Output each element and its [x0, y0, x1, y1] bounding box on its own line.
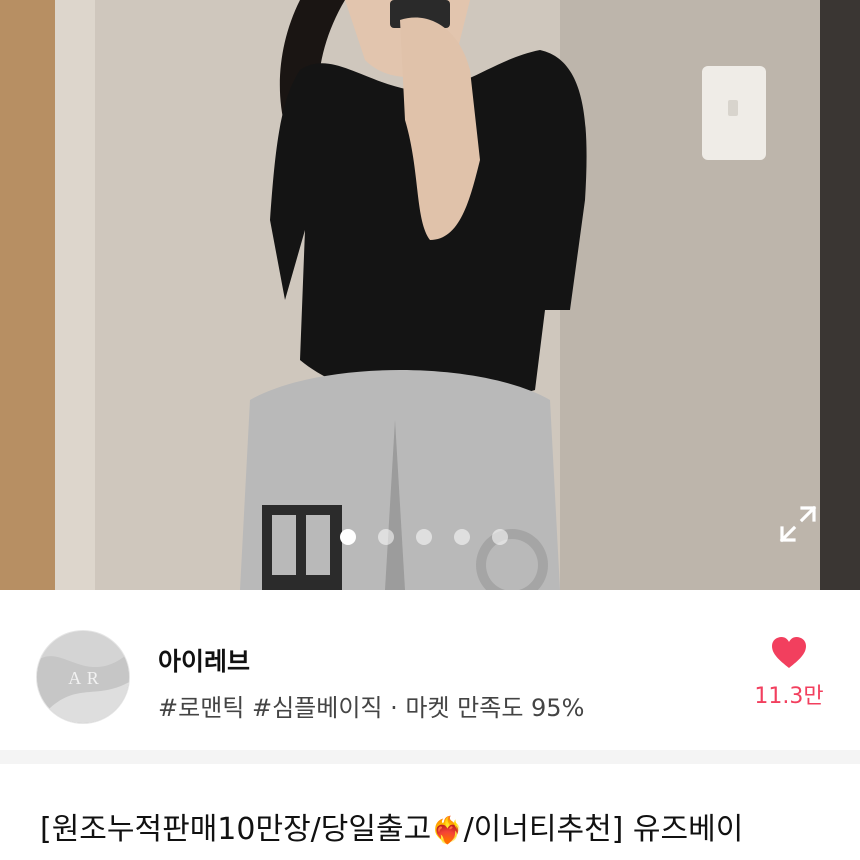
heart-icon [772, 637, 806, 668]
product-title-prefix: [원조누적판매10만장/당일출고 [40, 812, 432, 847]
store-name[interactable]: 아이레브 [158, 642, 250, 678]
store-avatar[interactable]: A R [36, 630, 130, 724]
product-photo [0, 0, 860, 590]
store-logo-mark: A R [68, 667, 100, 688]
carousel-dot-4[interactable] [454, 529, 470, 545]
product-title-suffix: /이너티추천] 유즈베이 [463, 812, 744, 847]
carousel-dot-1[interactable] [340, 529, 356, 545]
like-button[interactable]: 11.3만 [752, 636, 826, 716]
product-image-carousel[interactable] [0, 0, 860, 590]
product-title: [원조누적판매10만장/당일출고❤‍🔥/이너티추천] 유즈베이 [40, 808, 840, 853]
heart-on-fire-emoji: ❤‍🔥 [431, 816, 464, 846]
carousel-dot-2[interactable] [378, 529, 394, 545]
like-count: 11.3만 [754, 684, 824, 709]
expand-image-button[interactable] [776, 502, 820, 546]
section-divider [0, 750, 860, 764]
store-info[interactable]: A R 아이레브 #로맨틱 #심플베이직 · 마켓 만족도 95% 11.3만 [0, 590, 860, 750]
store-tags: #로맨틱 #심플베이직 · 마켓 만족도 95% [158, 694, 585, 722]
carousel-indicator [340, 528, 508, 546]
expand-icon [779, 505, 817, 543]
carousel-dot-3[interactable] [416, 529, 432, 545]
carousel-dot-5[interactable] [492, 529, 508, 545]
